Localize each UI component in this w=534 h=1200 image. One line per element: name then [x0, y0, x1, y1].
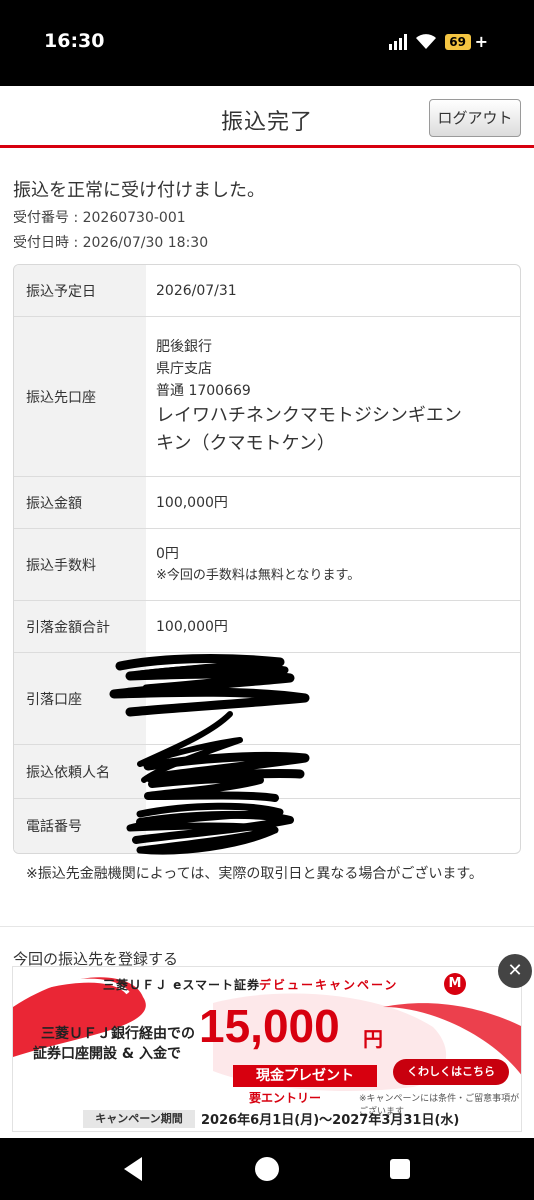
signal-icon — [388, 33, 407, 50]
page-header: 振込完了 ログアウト — [0, 86, 534, 148]
fee-label: 振込手数料 — [14, 529, 146, 600]
receipt-datetime: 受付日時 : 2026/07/30 18:30 — [13, 235, 209, 251]
app-content: 振込完了 ログアウト 振込を正常に受け付けました。 受付番号 : 2026073… — [0, 86, 534, 1138]
ad-yen: 円 — [363, 1027, 383, 1051]
ad-details-button[interactable]: くわしくはこちら — [393, 1059, 509, 1085]
fee-note: ※今回の手数料は無料となります。 — [156, 567, 361, 583]
success-message: 振込を正常に受け付けました。 — [13, 180, 265, 201]
row-scheduled-date: 振込予定日 2026/07/31 — [14, 265, 520, 317]
ad-close-icon[interactable]: ✕ — [498, 954, 532, 988]
ad-logo: M — [444, 973, 466, 995]
amount-value: 100,000円 — [156, 494, 228, 511]
destination-name-line1: レイワハチネンクマモトジシンギエン — [156, 404, 462, 426]
receipt-number: 受付番号 : 20260730-001 — [13, 210, 186, 226]
ad-text-line2: 証券口座開設 & 入金で — [33, 1046, 181, 1062]
status-time: 16:30 — [44, 30, 105, 52]
fee-value: 0円 — [156, 545, 179, 562]
system-nav-bar — [0, 1138, 534, 1200]
ad-text-line1: 三菱ＵＦＪ銀行経由での — [41, 1026, 195, 1042]
ad-amount: 15,000 — [199, 1000, 340, 1052]
row-destination: 振込先口座 肥後銀行 県庁支店 普通 1700669 レイワハチネンクマモトジシ… — [14, 317, 520, 477]
row-total: 引落金額合計 100,000円 — [14, 601, 520, 653]
destination-name-line2: キン（クマモトケン） — [156, 432, 335, 454]
battery-icon: 69 — [444, 33, 471, 50]
destination-bank: 肥後銀行 — [156, 338, 212, 355]
charging-icon: + — [474, 32, 488, 51]
total-label: 引落金額合計 — [14, 601, 146, 652]
wifi-icon — [415, 33, 436, 49]
destination-account: 普通 1700669 — [156, 382, 251, 399]
ad-campaign: デビューキャンペーン — [259, 978, 399, 992]
back-icon[interactable] — [122, 1156, 144, 1182]
status-bar: 16:30 69 + — [0, 0, 534, 86]
home-icon[interactable] — [255, 1157, 279, 1181]
ad-period-label: キャンペーン期間 — [83, 1110, 195, 1128]
destination-label: 振込先口座 — [14, 317, 146, 476]
ad-banner[interactable]: 三菱ＵＦＪ eスマート証券 デビューキャンペーン M 三菱ＵＦＪ銀行経由での 証… — [12, 966, 522, 1132]
total-value: 100,000円 — [156, 618, 228, 635]
status-icons: 69 + — [388, 32, 488, 51]
scheduled-date-label: 振込予定日 — [14, 265, 146, 316]
redaction-scribble — [109, 654, 310, 855]
scheduled-date-value: 2026/07/31 — [156, 282, 237, 299]
footnote: ※振込先金融機関によっては、実際の取引日と異なる場合がございます。 — [26, 866, 483, 882]
ad-period: 2026年6月1日(月)〜2027年3月31日(水) — [201, 1113, 460, 1128]
ad-brand: 三菱ＵＦＪ eスマート証券 — [103, 978, 260, 992]
ad-present: 現金プレゼント — [233, 1065, 377, 1087]
row-amount: 振込金額 100,000円 — [14, 477, 520, 529]
logout-button[interactable]: ログアウト — [429, 99, 521, 137]
recent-apps-icon[interactable] — [390, 1159, 410, 1179]
divider — [0, 926, 534, 927]
destination-branch: 県庁支店 — [156, 360, 212, 377]
row-fee: 振込手数料 0円 ※今回の手数料は無料となります。 — [14, 529, 520, 601]
amount-label: 振込金額 — [14, 477, 146, 528]
ad-entry: 要エントリー — [249, 1091, 322, 1105]
